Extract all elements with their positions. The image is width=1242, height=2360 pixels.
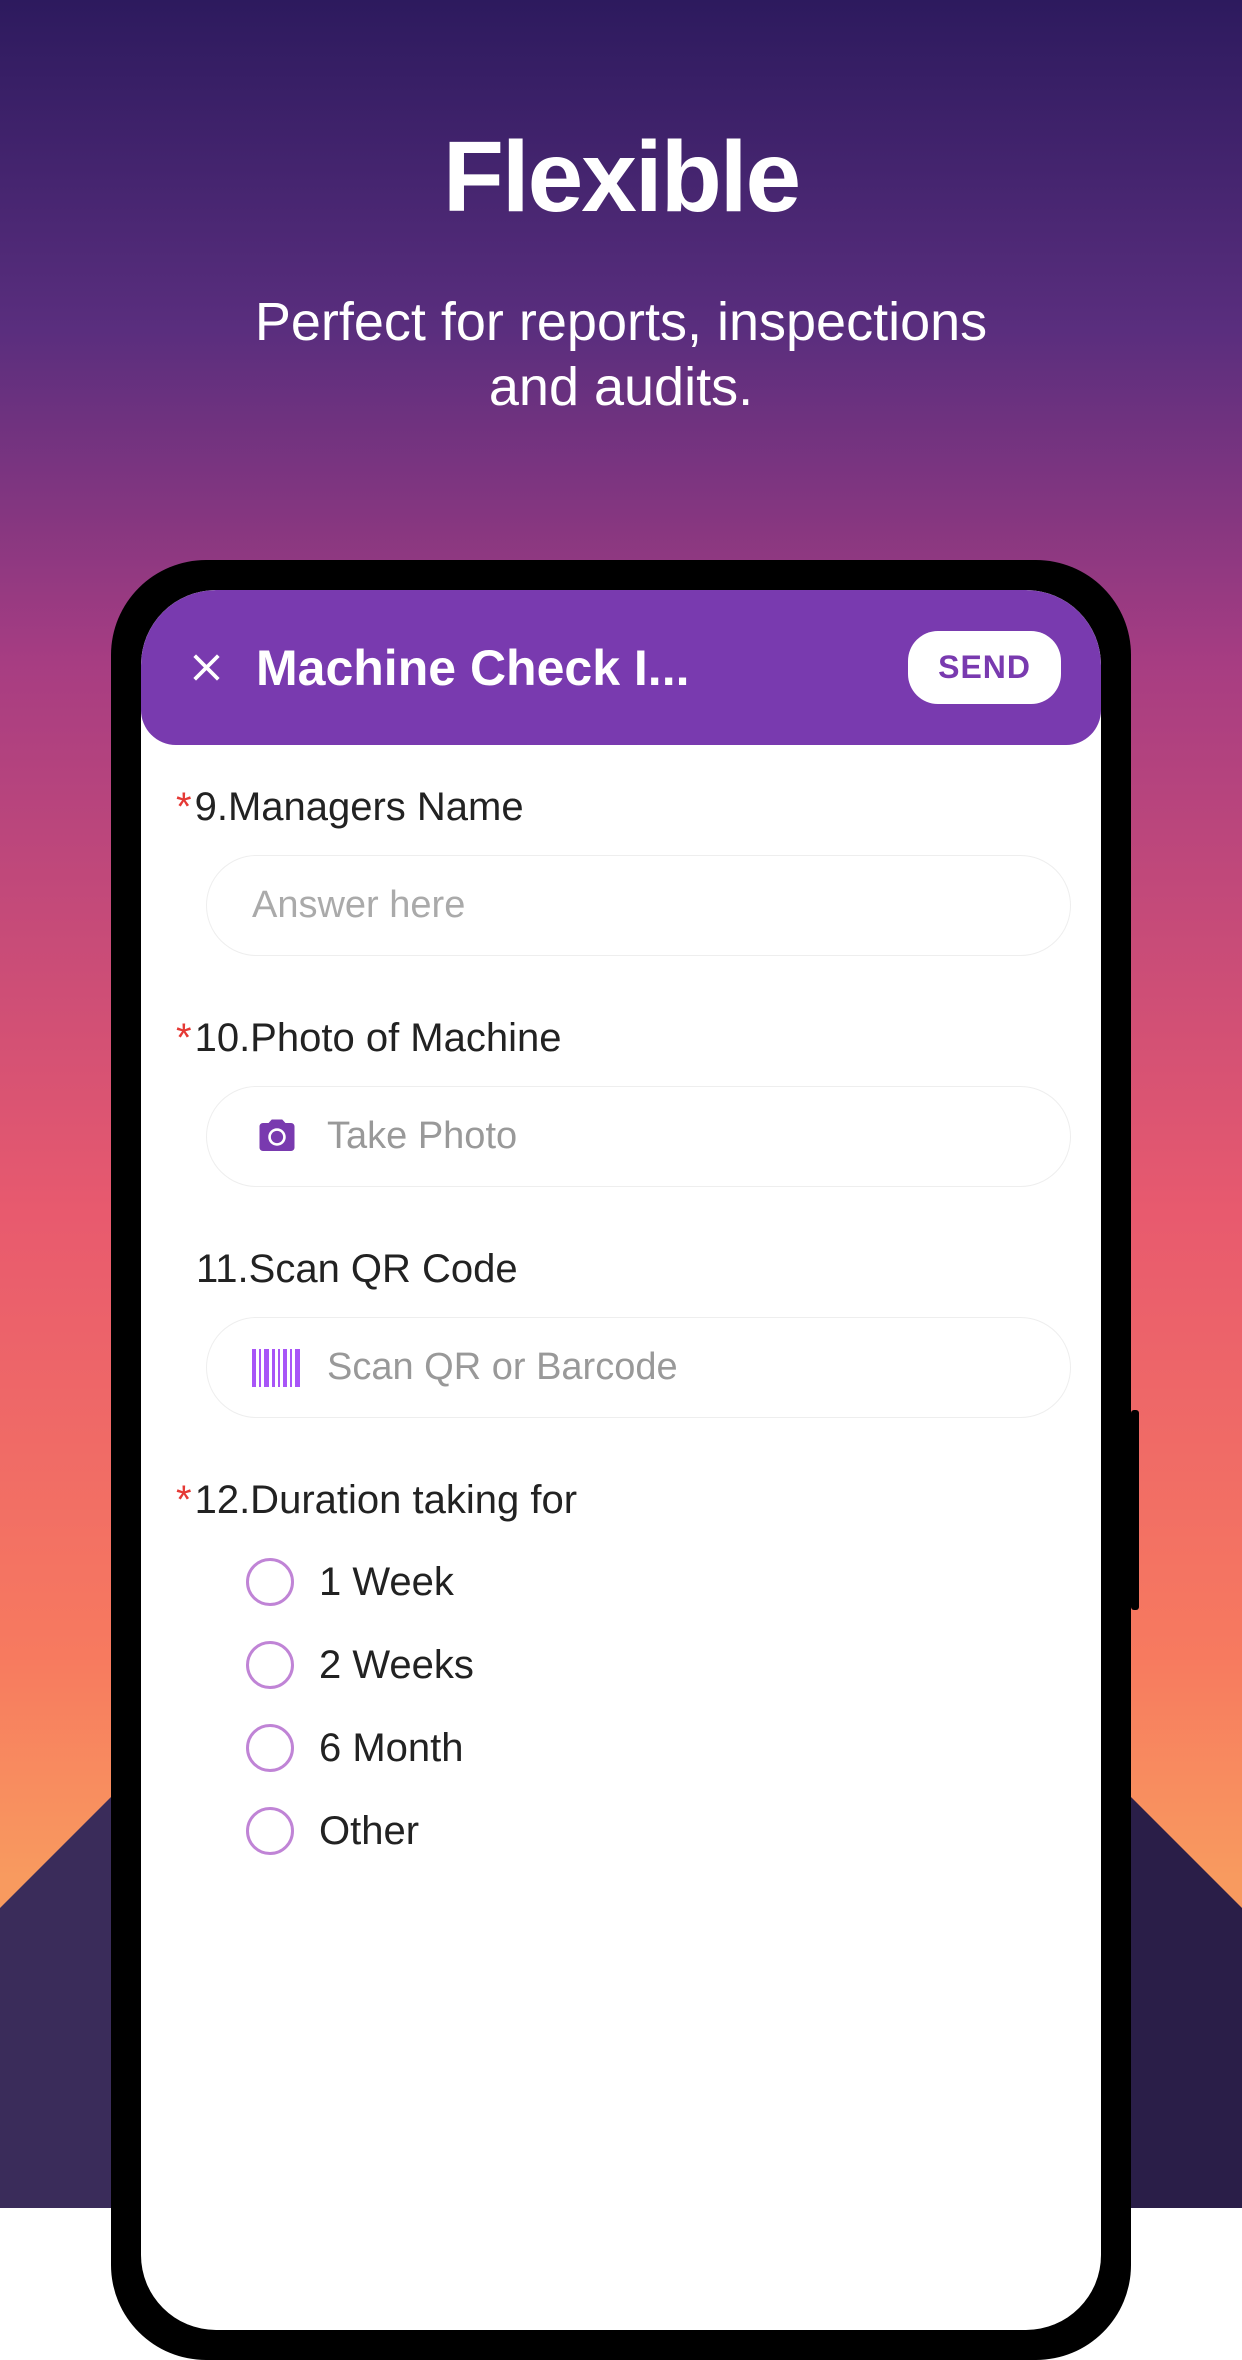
required-marker: *	[176, 1016, 192, 1060]
question-9: *9.Managers Name	[171, 785, 1071, 956]
phone-screen: Machine Check I... SEND *9.Managers Name…	[141, 590, 1101, 2330]
close-icon	[184, 645, 229, 690]
form-area: *9.Managers Name *10.Photo of Machine Ta…	[141, 745, 1101, 1955]
send-button[interactable]: SEND	[908, 631, 1061, 704]
question-10: *10.Photo of Machine Take Photo	[171, 1016, 1071, 1187]
radio-label-other: Other	[319, 1809, 419, 1854]
question-9-input-wrap[interactable]	[206, 855, 1071, 956]
radio-option-6month[interactable]: 6 Month	[246, 1724, 1071, 1772]
question-12-text: 12.Duration taking for	[195, 1478, 577, 1522]
hero-title: Flexible	[0, 120, 1242, 235]
scan-qr-label: Scan QR or Barcode	[327, 1346, 678, 1389]
radio-label-1week: 1 Week	[319, 1560, 454, 1605]
question-10-label: *10.Photo of Machine	[171, 1016, 1071, 1061]
radio-label-6month: 6 Month	[319, 1726, 464, 1771]
question-11-text: 11.Scan QR Code	[196, 1247, 518, 1291]
barcode-icon	[252, 1349, 302, 1387]
question-9-label: *9.Managers Name	[171, 785, 1071, 830]
take-photo-button[interactable]: Take Photo	[206, 1086, 1071, 1187]
form-title: Machine Check I...	[256, 639, 883, 697]
required-marker: *	[176, 1478, 192, 1522]
radio-circle-icon	[246, 1724, 294, 1772]
take-photo-label: Take Photo	[327, 1115, 517, 1158]
question-11-label: 11.Scan QR Code	[171, 1247, 1071, 1292]
app-header: Machine Check I... SEND	[141, 590, 1101, 745]
question-12-label: *12.Duration taking for	[171, 1478, 1071, 1523]
radio-option-1week[interactable]: 1 Week	[246, 1558, 1071, 1606]
radio-label-2weeks: 2 Weeks	[319, 1643, 474, 1688]
camera-icon	[252, 1116, 302, 1158]
phone-frame: Machine Check I... SEND *9.Managers Name…	[111, 560, 1131, 2360]
radio-circle-icon	[246, 1807, 294, 1855]
radio-circle-icon	[246, 1558, 294, 1606]
hero-subtitle-line1: Perfect for reports, inspections	[255, 292, 987, 352]
question-11: 11.Scan QR Code Scan QR or Barcode	[171, 1247, 1071, 1418]
radio-option-2weeks[interactable]: 2 Weeks	[246, 1641, 1071, 1689]
radio-option-other[interactable]: Other	[246, 1807, 1071, 1855]
required-marker: *	[176, 785, 192, 829]
hero-subtitle-line2: and audits.	[489, 357, 753, 417]
radio-circle-icon	[246, 1641, 294, 1689]
duration-radio-list: 1 Week 2 Weeks 6 Month Other	[246, 1558, 1071, 1855]
question-9-text: 9.Managers Name	[195, 785, 524, 829]
phone-side-button	[1131, 1410, 1139, 1610]
question-10-text: 10.Photo of Machine	[195, 1016, 562, 1060]
managers-name-input[interactable]	[252, 884, 1025, 927]
scan-qr-button[interactable]: Scan QR or Barcode	[206, 1317, 1071, 1418]
question-12: *12.Duration taking for 1 Week 2 Weeks 6…	[171, 1478, 1071, 1855]
hero-subtitle: Perfect for reports, inspections and aud…	[0, 290, 1242, 420]
close-button[interactable]	[181, 643, 231, 693]
